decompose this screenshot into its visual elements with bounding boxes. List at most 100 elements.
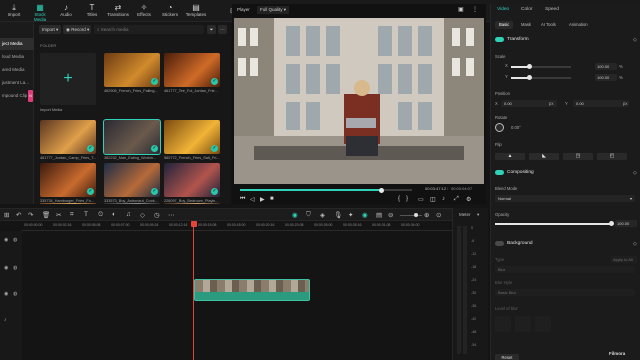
inspector-tab-speed[interactable]: Speed [545,7,559,12]
reset-button[interactable]: Reset [495,354,519,360]
blur-level-option[interactable] [495,316,511,332]
sidebar-item[interactable]: loud Media [0,51,34,63]
flip-horizontal-button[interactable]: ◣ [529,153,559,160]
eye-icon[interactable]: ◉ [4,291,8,297]
inspector-subtab-basic[interactable]: Basic [495,21,514,29]
clock-icon[interactable]: ◷ [154,211,160,219]
timeline[interactable]: 00:00:00:00 00:00:02:16 00:00:05:08 00:00:0… [0,221,452,360]
text-icon[interactable]: T [84,211,88,218]
eye-icon[interactable]: ◉ [4,265,8,271]
more-icon[interactable]: ⋮ [472,6,478,13]
opacity-field[interactable]: 100.00 [615,220,637,227]
opacity-slider[interactable] [495,223,611,225]
scale-x-field[interactable]: 100.00 [595,63,617,70]
lock-icon[interactable]: ◍ [13,291,17,297]
keyframe-icon[interactable]: ◇ [140,211,145,219]
more-icon[interactable]: ⋯ [218,25,227,34]
media-thumbnail[interactable]: ✓ [40,120,96,154]
sidebar-item[interactable]: mpound Clip N [0,90,34,102]
blur-level-option[interactable] [535,316,551,332]
mic-icon[interactable]: 🎙 [334,211,342,219]
playhead[interactable] [193,221,194,360]
blend-mode-select[interactable]: Normal ▾ [495,195,635,202]
zoom-in-icon[interactable]: ⊕ [424,211,429,219]
tab-audio[interactable]: ♪ Audio [54,3,78,17]
inspector-tab-color[interactable]: Color [521,7,532,12]
split-icon[interactable]: ✂ [56,211,61,219]
stop-icon[interactable]: ■ [270,196,274,202]
media-thumbnail[interactable]: ✓ [103,119,161,155]
media-thumbnail[interactable]: ✓ [164,163,220,197]
lock-icon[interactable]: ◍ [13,265,17,271]
step-back-icon[interactable]: ◁ [250,196,255,203]
scale-x-slider[interactable] [511,66,571,68]
flip-vertical-button[interactable]: ▲ [495,153,525,160]
import-media-button[interactable]: + [40,53,96,105]
bg-type-select[interactable]: Blur [495,266,635,273]
marker-icon[interactable]: ◈ [320,211,325,219]
shield-icon[interactable]: ⛉ [306,211,311,219]
color-icon[interactable]: ◐ [112,211,116,218]
transform-toggle[interactable] [495,37,504,42]
grid-icon[interactable]: ⊞ [4,211,9,219]
mark-in-icon[interactable]: { [398,196,400,202]
video-clip[interactable] [194,279,310,301]
prev-frame-icon[interactable]: ⏮ [240,196,245,203]
player-progress[interactable] [240,187,412,193]
rotate-dial[interactable] [495,123,504,132]
media-thumbnail[interactable]: ✓ [164,53,220,87]
delete-icon[interactable]: 🗑 [42,211,50,219]
opacity-knob[interactable] [608,221,614,226]
snapshot-icon[interactable]: ◫ [430,196,436,203]
media-thumbnail[interactable]: ✓ [104,163,160,197]
video-preview[interactable] [234,18,484,184]
media-thumbnail[interactable]: ✓ [40,163,96,197]
timeline-ruler[interactable]: 00:00:00:00 00:00:02:16 00:00:05:08 00:00:0… [22,221,452,231]
import-dropdown[interactable]: Import ▾ [39,25,61,34]
media-thumbnail[interactable]: ✓ [164,120,220,154]
rotate-cw-button[interactable]: ◳ [563,153,593,160]
zoom-slider[interactable] [400,215,422,216]
sidebar-item[interactable]: ject Media [0,38,34,50]
position-y-field[interactable]: 0.00 [573,100,629,107]
zoom-knob[interactable] [414,213,418,217]
inspector-subtab-animation[interactable]: Animation [565,21,592,29]
sidebar-item[interactable]: justment La... [0,77,34,89]
rotate-ccw-button[interactable]: ◰ [597,153,627,160]
inspector-subtab-mask[interactable]: Mask [517,21,535,29]
apply-all-button[interactable]: Apply to All [611,256,637,263]
track-icon[interactable]: ▤ [376,211,382,219]
media-thumbnail[interactable] [164,203,220,204]
speed-icon[interactable]: ⏲ [98,211,103,219]
media-thumbnail[interactable] [104,203,160,204]
rotate-value[interactable]: 0.00° [511,125,521,130]
tab-titles[interactable]: T Titles [80,3,104,17]
tab-import[interactable]: ⤓ Import [2,3,26,17]
tab-stickers[interactable]: ◔ Stickers [158,3,182,17]
snapshot-icon[interactable]: ▣ [458,6,464,13]
fit-timeline-icon[interactable]: ⊙ [436,211,441,219]
zoom-out-icon[interactable]: ⊖ [388,211,393,219]
tab-effects[interactable]: ✧ Effects [132,3,156,17]
fullscreen-icon[interactable]: ⤢ [454,196,459,203]
scale-x-knob[interactable] [526,64,532,69]
audio-icon[interactable]: ♫ [126,211,131,218]
search-input[interactable]: ⌕ Search media [94,25,204,34]
scale-y-slider[interactable] [511,77,571,79]
chevron-down-icon[interactable]: ▾ [477,212,479,218]
eye-icon[interactable]: ◉ [4,237,8,243]
more-icon[interactable]: ⋯ [168,211,175,219]
tab-transitions[interactable]: ⇄ Transitions [106,3,130,17]
media-thumbnail[interactable]: ✓ [104,53,160,87]
undo-icon[interactable]: ↶ [16,211,21,219]
fit-icon[interactable]: ▭ [418,196,424,203]
lock-icon[interactable]: ◍ [13,237,17,243]
speaker-icon[interactable]: ♪ [4,317,7,323]
magnet-icon[interactable]: ◉ [362,211,368,219]
scale-y-field[interactable]: 100.00 [595,74,617,81]
inspector-subtab-ai-tools[interactable]: AI Tools [537,21,560,29]
bg-blur-style-select[interactable]: Basic Blur [495,289,635,296]
redo-icon[interactable]: ↷ [28,211,33,219]
quality-dropdown[interactable]: Full Quality ▾ [257,6,290,14]
reset-icon[interactable]: ◇ [633,241,637,247]
